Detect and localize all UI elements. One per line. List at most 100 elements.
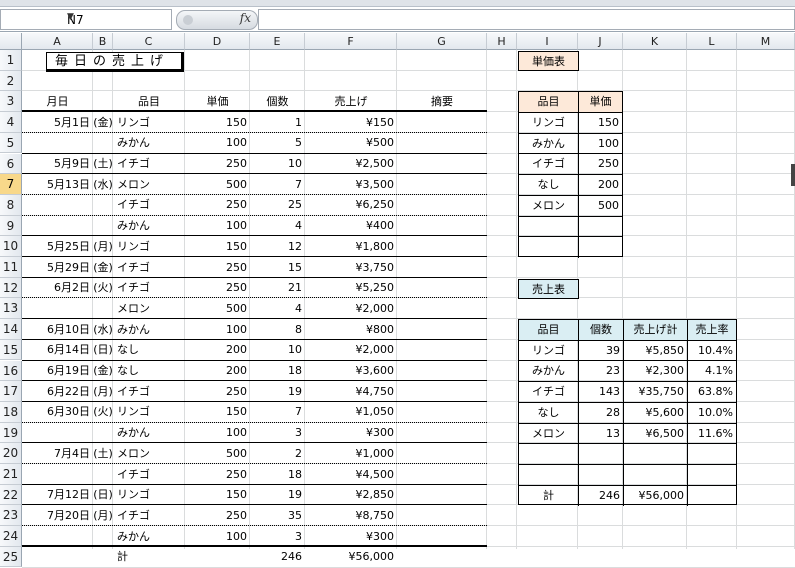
cell-price[interactable]: 250 [185, 465, 250, 485]
cell-sales[interactable]: ¥2,000 [305, 340, 397, 360]
sales-rate[interactable]: 63.8% [688, 382, 736, 403]
total-label[interactable]: 計 [113, 547, 185, 567]
cell-qty[interactable]: 5 [250, 133, 305, 153]
cell-qty[interactable]: 12 [250, 237, 305, 257]
row-header-25[interactable]: 25 [0, 546, 22, 568]
price-header-item[interactable]: 品目 [519, 92, 579, 114]
cell-item[interactable]: みかん [113, 423, 185, 443]
cell-item[interactable]: イチゴ [113, 258, 185, 278]
cell-qty[interactable]: 4 [250, 299, 305, 319]
cell-date[interactable]: 6月22日 [22, 382, 93, 402]
cell-weekday[interactable]: (日) [93, 485, 113, 505]
cell-item[interactable]: メロン [113, 444, 185, 464]
price-value[interactable] [579, 237, 622, 258]
row-header-14[interactable]: 14 [0, 319, 22, 340]
cell-item[interactable]: イチゴ [113, 465, 185, 485]
row-header-9[interactable]: 9 [0, 215, 22, 237]
price-item[interactable]: イチゴ [519, 154, 579, 176]
cell-item[interactable]: なし [113, 340, 185, 360]
cell-item[interactable]: リンゴ [113, 237, 185, 257]
cell-sales[interactable]: ¥500 [305, 133, 397, 153]
sales-total[interactable]: ¥5,850 [624, 340, 688, 362]
price-item[interactable]: なし [519, 175, 579, 196]
cell-price[interactable]: 500 [185, 175, 250, 195]
name-box[interactable]: N7 ▼ [0, 9, 172, 30]
cell-qty[interactable]: 18 [250, 361, 305, 381]
cell-price[interactable]: 250 [185, 382, 250, 402]
row-header-15[interactable]: 15 [0, 339, 22, 361]
price-item[interactable]: リンゴ [519, 113, 579, 134]
cell-date[interactable]: 6月2日 [22, 278, 93, 298]
sales-total-qty[interactable]: 246 [579, 485, 624, 507]
column-header-k[interactable]: K [623, 33, 687, 50]
sales-rate[interactable] [688, 465, 736, 486]
cell-item[interactable]: なし [113, 361, 185, 381]
column-header-d[interactable]: D [185, 33, 250, 50]
total-sales[interactable]: ¥56,000 [305, 547, 397, 567]
cell-qty[interactable]: 7 [250, 175, 305, 195]
cell-qty[interactable]: 35 [250, 506, 305, 526]
header-price[interactable]: 単価 [185, 92, 250, 112]
cell-item[interactable]: イチゴ [113, 278, 185, 298]
cell-date[interactable]: 5月25日 [22, 237, 93, 257]
cell-qty[interactable]: 3 [250, 527, 305, 547]
cell-qty[interactable]: 10 [250, 340, 305, 360]
sales-rate[interactable]: 10.4% [688, 341, 736, 362]
cell-item[interactable]: イチゴ [113, 154, 185, 174]
sales-total[interactable] [624, 444, 688, 465]
cell-date[interactable]: 5月1日 [22, 113, 93, 133]
function-button[interactable]: fx [176, 10, 258, 30]
cell-qty[interactable]: 10 [250, 154, 305, 174]
sales-header-rate[interactable]: 売上率 [688, 320, 736, 341]
column-header-i[interactable]: I [517, 33, 578, 50]
row-header-13[interactable]: 13 [0, 298, 22, 320]
sales-qty[interactable]: 13 [579, 423, 624, 445]
cell-sales[interactable]: ¥2,000 [305, 299, 397, 319]
sales-total[interactable]: ¥2,300 [624, 361, 688, 383]
cell-qty[interactable]: 19 [250, 382, 305, 402]
cell-price[interactable]: 100 [185, 216, 250, 236]
cell-sales[interactable]: ¥1,000 [305, 444, 397, 464]
cell-price[interactable]: 500 [185, 299, 250, 319]
cell-sales[interactable]: ¥4,750 [305, 382, 397, 402]
cell-sales[interactable]: ¥3,600 [305, 361, 397, 381]
sales-table-title[interactable]: 売上表 [518, 278, 579, 299]
cell-price[interactable]: 100 [185, 133, 250, 153]
cell-qty[interactable]: 2 [250, 444, 305, 464]
cell-sales[interactable]: ¥2,850 [305, 485, 397, 505]
cell-date[interactable]: 5月29日 [22, 258, 93, 278]
cell-qty[interactable]: 21 [250, 278, 305, 298]
formula-input[interactable] [258, 9, 795, 30]
row-header-5[interactable]: 5 [0, 132, 22, 154]
cell-price[interactable]: 150 [185, 237, 250, 257]
sales-item[interactable]: みかん [519, 361, 579, 383]
column-header-g[interactable]: G [397, 33, 487, 50]
column-header-a[interactable]: A [22, 33, 93, 50]
sales-total[interactable] [624, 464, 688, 486]
sales-qty[interactable]: 23 [579, 361, 624, 383]
cell-weekday[interactable] [93, 423, 113, 443]
cell-date[interactable]: 5月13日 [22, 175, 93, 195]
cell-qty[interactable]: 3 [250, 423, 305, 443]
sales-qty[interactable]: 28 [579, 402, 624, 424]
sales-rate[interactable] [688, 444, 736, 465]
price-item[interactable] [519, 237, 579, 258]
row-header-21[interactable]: 21 [0, 464, 22, 485]
row-header-23[interactable]: 23 [0, 505, 22, 527]
cell-sales[interactable]: ¥1,800 [305, 237, 397, 257]
sales-header-item[interactable]: 品目 [519, 320, 579, 341]
cell-weekday[interactable]: (月) [93, 506, 113, 526]
price-table-title[interactable]: 単価表 [518, 51, 579, 71]
cell-item[interactable]: リンゴ [113, 485, 185, 505]
cell-sales[interactable]: ¥4,500 [305, 465, 397, 485]
price-value[interactable]: 200 [579, 175, 622, 196]
cell-weekday[interactable]: (土) [93, 444, 113, 464]
price-value[interactable] [579, 217, 622, 238]
sales-rate[interactable]: 11.6% [688, 424, 736, 445]
cell-weekday[interactable] [93, 299, 113, 319]
header-note[interactable]: 摘要 [397, 92, 487, 112]
cell-item[interactable]: みかん [113, 527, 185, 547]
cell-sales[interactable]: ¥2,500 [305, 154, 397, 174]
cell-weekday[interactable]: (金) [93, 113, 113, 133]
sales-item[interactable]: リンゴ [519, 340, 579, 362]
